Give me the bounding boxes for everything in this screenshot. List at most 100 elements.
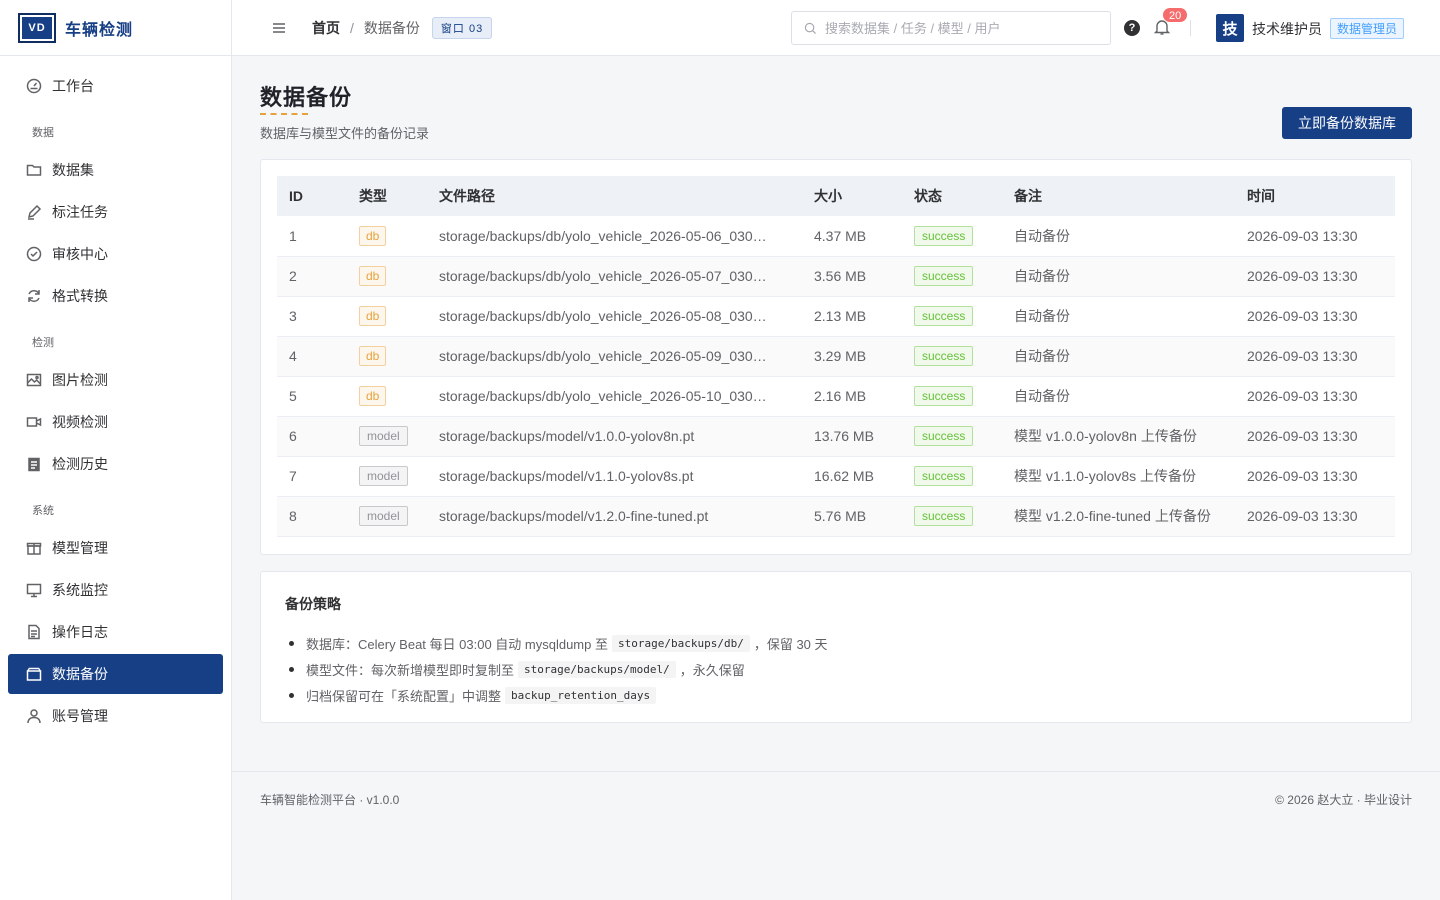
sidebar-item-convert[interactable]: 格式转换	[8, 276, 223, 316]
cell-status: success	[902, 336, 1002, 377]
user-name[interactable]: 技术维护员	[1252, 19, 1322, 39]
cell-path: storage/backups/model/v1.1.0-yolov8s.pt	[427, 456, 802, 497]
cell-path: storage/backups/db/yolo_vehicle_2026-05-…	[427, 256, 802, 297]
page-subtitle: 数据库与模型文件的备份记录	[260, 126, 430, 141]
pen-icon	[26, 204, 42, 220]
status-badge: success	[914, 266, 974, 286]
menu-toggle-icon[interactable]	[272, 21, 286, 35]
search-input[interactable]	[825, 20, 1110, 36]
image-icon	[26, 372, 42, 388]
global-search[interactable]	[791, 11, 1111, 45]
column-header-note[interactable]: 备注	[1002, 176, 1235, 216]
sidebar-item-annotate[interactable]: 标注任务	[8, 192, 223, 232]
status-badge: success	[914, 225, 974, 246]
type-tag: db	[359, 225, 387, 246]
main-content: 数据备份 数据库与模型文件的备份记录 立即备份数据库 ID 类型 文件路径 大小…	[232, 56, 1440, 900]
column-header-status[interactable]: 状态	[902, 176, 1002, 216]
sidebar-item-dataset[interactable]: 数据集	[8, 150, 223, 190]
sidebar-item-review[interactable]: 审核中心	[8, 234, 223, 274]
cell-note: 自动备份	[1002, 336, 1235, 377]
breadcrumb: 首页 / 数据备份 窗口 03	[312, 16, 493, 39]
cell-time: 2026-09-03 13:30	[1235, 496, 1395, 537]
sidebar-item-models[interactable]: 模型管理	[8, 528, 223, 568]
backup-table-card: ID 类型 文件路径 大小 状态 备注 时间 1 db storage/back…	[260, 159, 1412, 555]
sidebar-nav: 工作台 数据 数据集 标注任务 审核中心 格式转换 检测 图片检测 视频检测 检…	[0, 56, 231, 736]
column-header-path[interactable]: 文件路径	[427, 176, 802, 216]
cell-id: 1	[277, 216, 347, 257]
cell-note: 自动备份	[1002, 256, 1235, 297]
cell-status: success	[902, 296, 1002, 337]
refresh-icon	[26, 288, 42, 304]
sidebar-item-workbench[interactable]: 工作台	[8, 66, 223, 106]
column-header-id[interactable]: ID	[277, 176, 347, 216]
avatar[interactable]: 技	[1216, 14, 1244, 42]
policy-text: 模型文件：每次新增模型即时复制至	[306, 662, 515, 678]
sidebar-item-image-detect[interactable]: 图片检测	[8, 360, 223, 400]
help-icon[interactable]: ?	[1124, 20, 1140, 36]
column-header-time[interactable]: 时间	[1235, 176, 1395, 216]
cell-type: model	[347, 416, 427, 457]
policy-text: 数据库：Celery Beat 每日 03:00 自动 mysqldump 至	[306, 636, 608, 652]
policy-code: backup_retention_days	[505, 686, 657, 704]
sidebar-item-label: 模型管理	[52, 540, 108, 556]
brand[interactable]: VD 车辆检测	[0, 0, 231, 56]
cell-path: storage/backups/db/yolo_vehicle_2026-05-…	[427, 216, 802, 257]
cell-size: 13.76 MB	[802, 416, 902, 457]
sidebar-item-accounts[interactable]: 账号管理	[8, 696, 223, 736]
cell-id: 8	[277, 496, 347, 537]
cell-type: db	[347, 216, 427, 257]
policy-text: 归档保留可在「系统配置」中调整	[306, 688, 502, 704]
sidebar-item-backup[interactable]: 数据备份	[8, 654, 223, 694]
cell-size: 2.13 MB	[802, 296, 902, 337]
page-title: 数据备份	[260, 85, 353, 110]
archive-icon	[26, 666, 42, 682]
status-badge: success	[914, 466, 974, 486]
cell-type: db	[347, 376, 427, 417]
clipboard-icon	[26, 456, 42, 472]
table-row[interactable]: 8 model storage/backups/model/v1.2.0-fin…	[277, 496, 1395, 537]
cell-size: 2.16 MB	[802, 376, 902, 417]
table-row[interactable]: 5 db storage/backups/db/yolo_vehicle_202…	[277, 376, 1395, 417]
top-header: 首页 / 数据备份 窗口 03 ? 20 技 技术维护员 数据管理员	[232, 0, 1440, 56]
cell-note: 模型 v1.0.0-yolov8n 上传备份	[1002, 416, 1235, 457]
cell-path: storage/backups/db/yolo_vehicle_2026-05-…	[427, 336, 802, 377]
notification-badge: 20	[1162, 7, 1189, 23]
sidebar-item-video-detect[interactable]: 视频检测	[8, 402, 223, 442]
cell-status: success	[902, 376, 1002, 417]
table-row[interactable]: 3 db storage/backups/db/yolo_vehicle_202…	[277, 296, 1395, 337]
breadcrumb-home[interactable]: 首页	[312, 18, 340, 38]
list-item: 数据库：Celery Beat 每日 03:00 自动 mysqldump 至 …	[285, 630, 1387, 656]
cell-size: 16.62 MB	[802, 456, 902, 497]
policy-text: ，保留 30 天	[753, 636, 828, 652]
cell-time: 2026-09-03 13:30	[1235, 416, 1395, 457]
sidebar-item-monitor[interactable]: 系统监控	[8, 570, 223, 610]
sidebar-item-label: 检测历史	[52, 456, 108, 472]
policy-text: ，永久保留	[679, 662, 745, 678]
table-row[interactable]: 7 model storage/backups/model/v1.1.0-yol…	[277, 456, 1395, 497]
type-tag: db	[359, 386, 387, 406]
table-row[interactable]: 1 db storage/backups/db/yolo_vehicle_202…	[277, 216, 1395, 257]
cell-id: 4	[277, 336, 347, 377]
sidebar-item-history[interactable]: 检测历史	[8, 444, 223, 484]
table-row[interactable]: 2 db storage/backups/db/yolo_vehicle_202…	[277, 256, 1395, 297]
backup-now-button[interactable]: 立即备份数据库	[1282, 107, 1412, 139]
header-divider	[1190, 20, 1191, 36]
list-item: 归档保留可在「系统配置」中调整 backup_retention_days	[285, 682, 1387, 708]
table-row[interactable]: 4 db storage/backups/db/yolo_vehicle_202…	[277, 336, 1395, 377]
column-header-type[interactable]: 类型	[347, 176, 427, 216]
policy-list: 数据库：Celery Beat 每日 03:00 自动 mysqldump 至 …	[285, 630, 1387, 708]
policy-code: storage/backups/db/	[611, 634, 750, 652]
cell-time: 2026-09-03 13:30	[1235, 376, 1395, 417]
type-tag: db	[359, 266, 387, 286]
type-tag: model	[359, 506, 408, 526]
status-badge: success	[914, 506, 974, 526]
column-header-size[interactable]: 大小	[802, 176, 902, 216]
table-row[interactable]: 6 model storage/backups/model/v1.0.0-yol…	[277, 416, 1395, 457]
sidebar-item-label: 标注任务	[52, 204, 108, 220]
status-badge: success	[914, 386, 974, 406]
cell-status: success	[902, 256, 1002, 297]
cell-path: storage/backups/db/yolo_vehicle_2026-05-…	[427, 376, 802, 417]
sidebar-item-logs[interactable]: 操作日志	[8, 612, 223, 652]
cell-type: model	[347, 496, 427, 537]
sidebar: VD 车辆检测 工作台 数据 数据集 标注任务 审核中心 格式转换 检测 图片检…	[0, 0, 232, 900]
